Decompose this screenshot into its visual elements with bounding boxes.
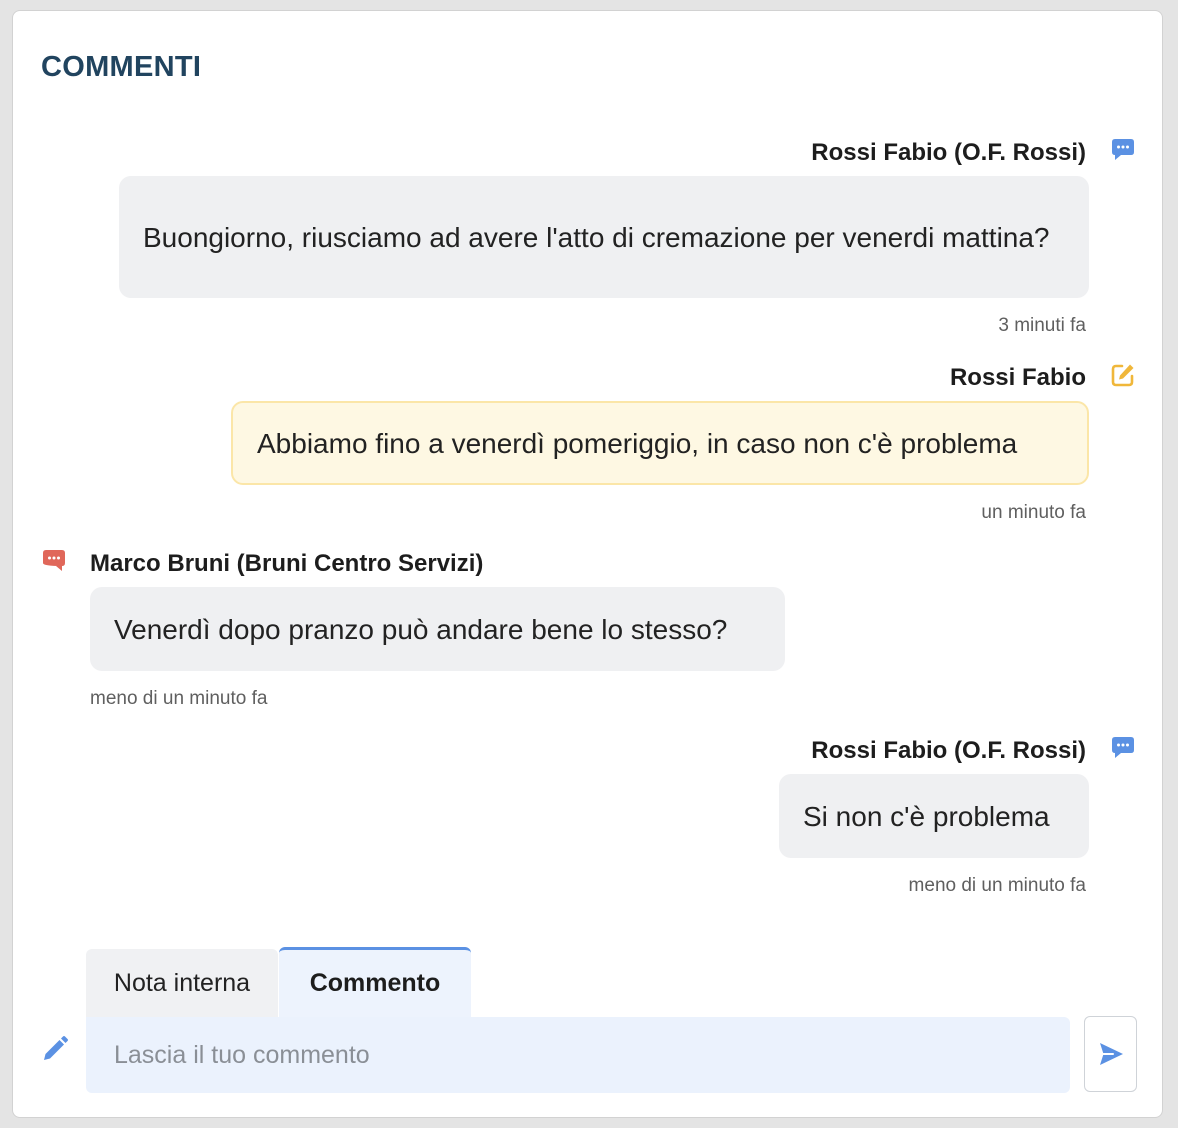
- comment-text: Venerdì dopo pranzo può andare bene lo s…: [114, 613, 728, 645]
- comment-timestamp: un minuto fa: [981, 502, 1086, 523]
- comment-bubble: Abbiamo fino a venerdì pomeriggio, in ca…: [231, 401, 1089, 485]
- comment-bubble: Buongiorno, riusciamo ad avere l'atto di…: [119, 176, 1089, 298]
- send-button[interactable]: [1084, 1016, 1137, 1092]
- tab-comment[interactable]: Commento: [279, 947, 471, 1017]
- section-title: COMMENTI: [41, 51, 202, 83]
- comment-dots-icon: [1112, 737, 1134, 758]
- comment-dots-icon: [1112, 139, 1134, 160]
- tab-label: Nota interna: [113, 968, 251, 997]
- pencil-icon: [44, 1036, 68, 1060]
- tab-internal-note[interactable]: Nota interna: [86, 949, 278, 1017]
- comment-timestamp: 3 minuti fa: [998, 315, 1086, 336]
- comment-author: Rossi Fabio (O.F. Rossi): [811, 139, 1086, 166]
- edit-note-icon: [1111, 364, 1134, 387]
- comments-panel: COMMENTI Rossi Fabio (O.F. Rossi) Buongi…: [12, 10, 1163, 1118]
- comment-author: Rossi Fabio: [949, 364, 1086, 391]
- comment-author: Marco Bruni (Bruni Centro Servizi): [90, 550, 484, 577]
- send-icon: [1099, 1043, 1123, 1065]
- comment-dots-icon: [43, 550, 65, 571]
- comment-text: Buongiorno, riusciamo ad avere l'atto di…: [143, 221, 1050, 253]
- comment-author: Rossi Fabio (O.F. Rossi): [811, 737, 1086, 764]
- comment-text: Si non c'è problema: [803, 800, 1050, 832]
- tab-label: Commento: [309, 969, 441, 997]
- comment-bubble: Venerdì dopo pranzo può andare bene lo s…: [90, 587, 785, 671]
- comment-bubble: Si non c'è problema: [779, 774, 1089, 858]
- comment-text: Abbiamo fino a venerdì pomeriggio, in ca…: [257, 427, 1018, 459]
- comment-timestamp: meno di un minuto fa: [908, 875, 1086, 896]
- comment-input[interactable]: [86, 1017, 1070, 1093]
- comment-timestamp: meno di un minuto fa: [90, 688, 268, 709]
